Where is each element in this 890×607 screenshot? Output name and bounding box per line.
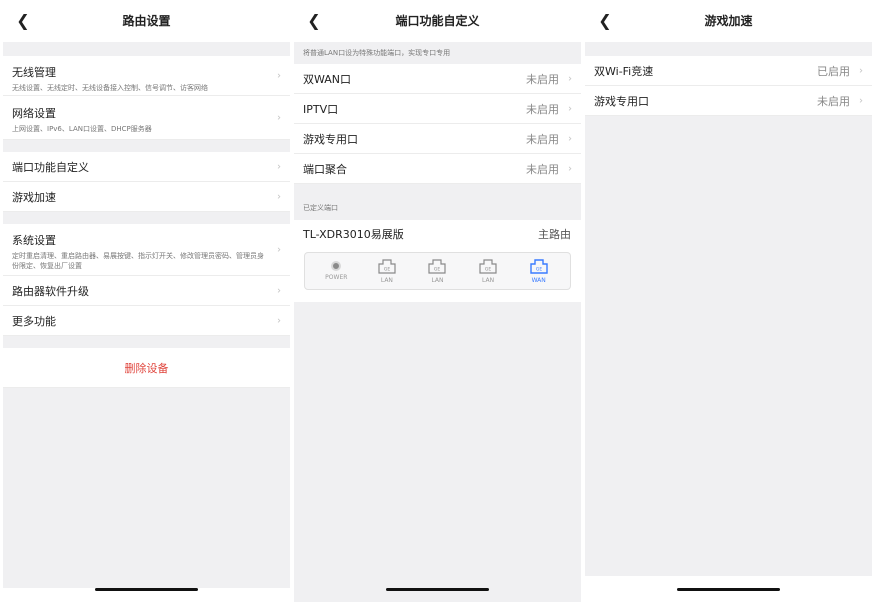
port-lan-1: GE LAN — [369, 258, 405, 284]
nav-bar: ❮ 路由设置 — [3, 0, 290, 42]
port-label: LAN — [431, 277, 444, 284]
menu-item-firmware-upgrade[interactable]: 路由器软件升级 › — [3, 276, 290, 306]
port-badge: GE — [485, 267, 491, 273]
chevron-right-icon: › — [859, 65, 863, 76]
menu-item-label: 游戏专用口 — [303, 132, 358, 146]
port-badge: GE — [536, 267, 542, 273]
section-gap — [3, 42, 290, 56]
menu-item-label: 双Wi-Fi竞速 — [594, 64, 654, 78]
port-panel: POWER GE LAN GE LAN GE LAN GE WAN — [304, 252, 571, 290]
device-name: TL-XDR3010易展版 — [303, 228, 404, 241]
menu-item-game-boost[interactable]: 游戏加速 › — [3, 182, 290, 212]
status-text: 未启用 — [526, 132, 559, 146]
port-lan-3: GE LAN — [470, 258, 506, 284]
chevron-right-icon: › — [277, 285, 281, 296]
menu-item-port-custom[interactable]: 端口功能自定义 › — [3, 152, 290, 182]
status-text: 已启用 — [817, 64, 850, 78]
game-boost-screen: ❮ 游戏加速 双Wi-Fi竞速 已启用 › 游戏专用口 未启用 › — [585, 0, 872, 607]
port-badge: GE — [384, 267, 390, 273]
menu-item-label: 无线管理 — [12, 66, 56, 79]
hint-text: 将普通LAN口设为特殊功能端口，实现专口专用 — [294, 42, 581, 64]
page-title: 游戏加速 — [704, 14, 753, 28]
menu-item-network[interactable]: 网络设置 上网设置、IPv6、LAN口设置、DHCP服务器 › — [3, 96, 290, 140]
chevron-right-icon: › — [277, 315, 281, 326]
port-item-aggregation[interactable]: 端口聚合 未启用 › — [294, 154, 581, 184]
status-text: 未启用 — [526, 72, 559, 86]
port-lan-2: GE LAN — [419, 258, 455, 284]
status-text: 未启用 — [526, 102, 559, 116]
port-power: POWER — [318, 261, 354, 281]
port-label: WAN — [531, 277, 546, 284]
menu-item-subtitle: 定时重启清理、重启路由器、易展按键、指示灯开关、修改管理员密码、管理员身份限定、… — [12, 252, 264, 270]
port-label: LAN — [380, 277, 393, 284]
page-title: 路由设置 — [122, 14, 171, 28]
menu-item-label: IPTV口 — [303, 102, 339, 116]
port-badge: GE — [434, 267, 440, 273]
port-item-game[interactable]: 游戏专用口 未启用 › — [294, 124, 581, 154]
menu-item-system[interactable]: 系统设置 定时重启清理、重启路由器、易展按键、指示灯开关、修改管理员密码、管理员… — [3, 224, 290, 276]
port-wan: GE WAN — [521, 258, 557, 284]
chevron-right-icon: › — [277, 244, 281, 255]
router-settings-screen: ❮ 路由设置 无线管理 无线设置、无线定时、无线设备接入控制、信号调节、访客网络… — [3, 0, 290, 607]
status-text: 未启用 — [817, 94, 850, 108]
port-item-iptv[interactable]: IPTV口 未启用 › — [294, 94, 581, 124]
chevron-right-icon: › — [277, 70, 281, 81]
ethernet-port-icon: GE — [378, 259, 396, 274]
port-label: POWER — [325, 274, 348, 281]
empty-area — [585, 116, 872, 576]
page-title: 端口功能自定义 — [395, 14, 480, 28]
chevron-right-icon: › — [568, 133, 572, 144]
nav-bar: ❮ 游戏加速 — [585, 0, 872, 42]
power-led-icon — [331, 261, 342, 271]
empty-area — [294, 302, 581, 602]
menu-item-label: 路由器软件升级 — [12, 284, 89, 298]
empty-area — [3, 388, 290, 588]
chevron-right-icon: › — [277, 112, 281, 123]
menu-item-more[interactable]: 更多功能 › — [3, 306, 290, 336]
home-indicator[interactable] — [677, 588, 780, 591]
nav-bar: ❮ 端口功能自定义 — [294, 0, 581, 42]
chevron-right-icon: › — [277, 161, 281, 172]
menu-item-wireless[interactable]: 无线管理 无线设置、无线定时、无线设备接入控制、信号调节、访客网络 › — [3, 56, 290, 96]
defined-ports-header: 已定义端口 — [294, 184, 581, 220]
port-label: LAN — [482, 277, 495, 284]
chevron-right-icon: › — [568, 163, 572, 174]
device-role: 主路由 — [538, 228, 571, 241]
game-item-game-port[interactable]: 游戏专用口 未启用 › — [585, 86, 872, 116]
chevron-right-icon: › — [859, 95, 863, 106]
section-gap — [3, 140, 290, 152]
ethernet-port-icon: GE — [428, 259, 447, 274]
port-item-dual-wan[interactable]: 双WAN口 未启用 › — [294, 64, 581, 94]
menu-item-subtitle: 上网设置、IPv6、LAN口设置、DHCP服务器 — [12, 125, 152, 133]
menu-item-label: 系统设置 — [12, 234, 56, 247]
section-gap — [3, 212, 290, 224]
delete-device-button[interactable]: 删除设备 — [3, 348, 290, 388]
ethernet-port-icon: GE — [529, 259, 548, 274]
menu-item-label: 游戏专用口 — [594, 94, 649, 108]
menu-item-label: 更多功能 — [12, 314, 56, 328]
chevron-right-icon: › — [568, 73, 572, 84]
ethernet-port-icon: GE — [479, 259, 497, 274]
chevron-right-icon: › — [277, 191, 281, 202]
section-gap — [3, 336, 290, 348]
section-gap — [585, 42, 872, 56]
game-item-dual-wifi[interactable]: 双Wi-Fi竞速 已启用 › — [585, 56, 872, 86]
menu-item-label: 端口聚合 — [303, 162, 347, 176]
status-text: 未启用 — [526, 162, 559, 176]
menu-item-subtitle: 无线设置、无线定时、无线设备接入控制、信号调节、访客网络 — [12, 84, 208, 92]
device-row: TL-XDR3010易展版 主路由 — [294, 220, 581, 248]
menu-item-label: 网络设置 — [12, 107, 56, 120]
port-custom-screen: ❮ 端口功能自定义 将普通LAN口设为特殊功能端口，实现专口专用 双WAN口 未… — [294, 0, 581, 607]
home-indicator[interactable] — [95, 588, 198, 591]
chevron-right-icon: › — [568, 103, 572, 114]
device-card: TL-XDR3010易展版 主路由 POWER GE LAN GE LAN GE… — [294, 220, 581, 302]
home-indicator[interactable] — [386, 588, 489, 591]
menu-item-label: 端口功能自定义 — [12, 160, 89, 174]
menu-item-label: 双WAN口 — [303, 72, 352, 86]
menu-item-label: 游戏加速 — [12, 190, 56, 204]
